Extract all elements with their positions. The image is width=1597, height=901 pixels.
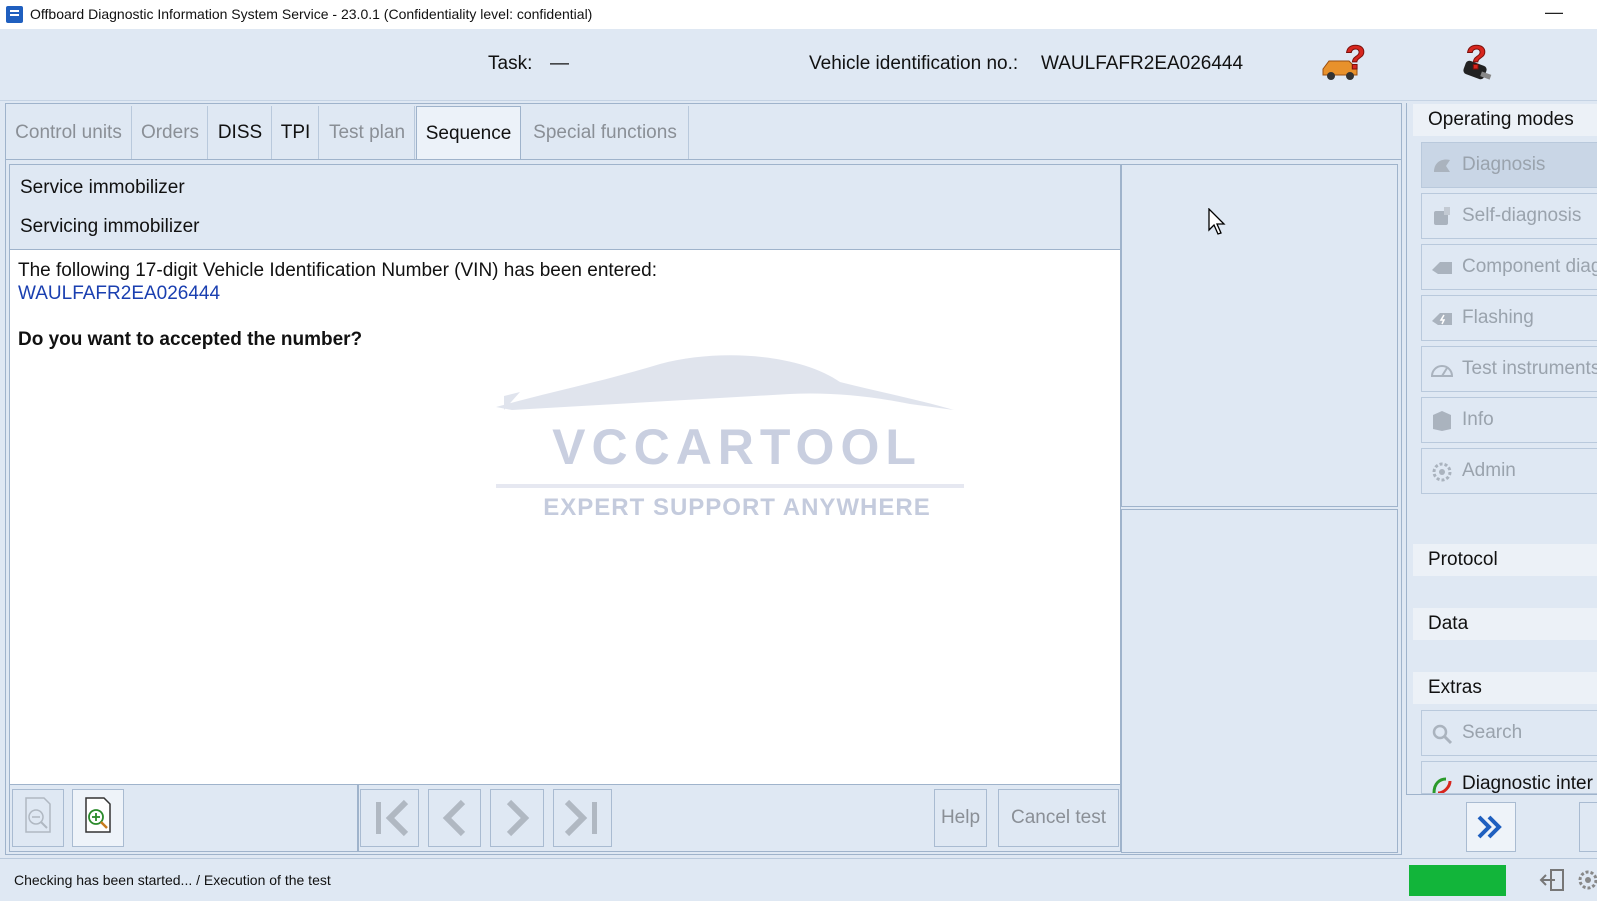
chevron-left-icon [442, 799, 465, 837]
watermark-title: VCCARTOOL [552, 419, 922, 475]
operating-modes-title[interactable]: Operating modes [1413, 104, 1597, 136]
entered-vin: WAULFAFR2EA026444 [18, 283, 221, 304]
key-help-icon[interactable]: ? [1454, 39, 1502, 87]
minimize-button[interactable]: — [1542, 2, 1566, 26]
vin-value: WAULFAFR2EA026444 [1041, 53, 1244, 74]
mode-diagnosis[interactable]: Diagnosis [1421, 142, 1597, 188]
previous-step-button[interactable] [428, 789, 481, 847]
tab-special-functions[interactable]: Special functions [522, 106, 689, 160]
zoom-out-button[interactable] [12, 789, 64, 847]
diagnostic-interface-icon [1432, 777, 1452, 793]
diagnosis-icon [1434, 159, 1450, 172]
mode-info[interactable]: Info [1421, 397, 1597, 443]
tab-diss[interactable]: DISS [209, 106, 272, 160]
first-step-button[interactable] [360, 789, 419, 847]
mode-label: Component diag [1462, 256, 1597, 277]
confirmation-question: Do you want to accepted the number? [18, 329, 363, 350]
tabs-divider [5, 159, 1402, 160]
help-button[interactable]: Help [934, 789, 987, 847]
next-step-button[interactable] [490, 789, 544, 847]
mode-label: Diagnostic inter [1462, 773, 1593, 794]
settings-gear-icon[interactable] [1575, 867, 1597, 893]
protocol-section[interactable]: Protocol [1413, 544, 1597, 576]
tab-test-plan[interactable]: Test plan [320, 106, 415, 160]
side-panel-bottom [1121, 509, 1398, 853]
exit-icon[interactable] [1539, 867, 1567, 893]
forward-button[interactable] [1466, 802, 1516, 852]
test-instruments-icon [1430, 365, 1454, 377]
mode-label: Admin [1462, 460, 1516, 481]
mouse-cursor-icon [1208, 207, 1228, 236]
flashing-icon [1432, 313, 1452, 325]
svg-text:?: ? [1345, 39, 1365, 77]
watermark-slogan: EXPERT SUPPORT ANYWHERE [543, 494, 931, 521]
mode-label: Test instruments [1462, 358, 1597, 379]
chevron-right-icon [506, 799, 530, 837]
vin-message: The following 17-digit Vehicle Identific… [18, 260, 657, 281]
vin-label: Vehicle identification no.: [809, 53, 1019, 74]
mode-label: Self-diagnosis [1462, 205, 1582, 226]
mode-label: Diagnosis [1462, 154, 1546, 175]
mode-label: Flashing [1462, 307, 1534, 328]
data-section[interactable]: Data [1413, 608, 1597, 640]
double-chevron-right-icon [1477, 815, 1502, 839]
mode-admin[interactable]: Admin [1421, 448, 1597, 494]
task-label: Task: [488, 53, 533, 74]
status-message: Checking has been started... / Execution… [14, 872, 331, 888]
mode-flashing[interactable]: Flashing [1421, 295, 1597, 341]
zoom-out-icon [25, 797, 51, 833]
extras-diagnostic-interface[interactable]: Diagnostic inter [1421, 761, 1597, 794]
side-panel-top [1121, 164, 1398, 507]
mode-self-diagnosis[interactable]: Self-diagnosis [1421, 193, 1597, 239]
sequence-title: Service immobilizer [20, 177, 185, 198]
tab-orders[interactable]: Orders [133, 106, 208, 160]
zoom-in-button[interactable] [72, 789, 124, 847]
sequence-subtitle: Servicing immobilizer [20, 216, 200, 237]
self-diagnosis-icon [1434, 207, 1450, 225]
extras-search[interactable]: Search [1421, 710, 1597, 756]
component-icon [1432, 262, 1452, 274]
tab-control-units[interactable]: Control units [6, 106, 132, 160]
cancel-test-button[interactable]: Cancel test [998, 789, 1119, 847]
app-icon [6, 6, 23, 23]
overflow-button[interactable] [1579, 802, 1597, 852]
skip-last-icon [564, 799, 597, 837]
extras-section[interactable]: Extras [1413, 672, 1597, 704]
task-value: — [550, 53, 569, 74]
vehicle-help-icon[interactable]: ? [1317, 39, 1366, 87]
status-indicator [1409, 865, 1506, 896]
skip-first-icon [375, 799, 408, 837]
tab-tpi[interactable]: TPI [273, 106, 319, 160]
last-step-button[interactable] [553, 789, 612, 847]
tab-sequence[interactable]: Sequence [416, 106, 521, 160]
mode-test-instruments[interactable]: Test instruments [1421, 346, 1597, 392]
mode-component-diagnosis[interactable]: Component diag [1421, 244, 1597, 290]
admin-icon [1432, 462, 1452, 482]
window-title: Offboard Diagnostic Information System S… [30, 6, 593, 22]
svg-text:?: ? [1466, 39, 1487, 77]
mode-label: Search [1462, 722, 1523, 743]
search-icon [1432, 724, 1453, 745]
info-icon [1433, 411, 1451, 431]
zoom-in-icon [85, 797, 111, 833]
mode-label: Info [1462, 409, 1494, 430]
